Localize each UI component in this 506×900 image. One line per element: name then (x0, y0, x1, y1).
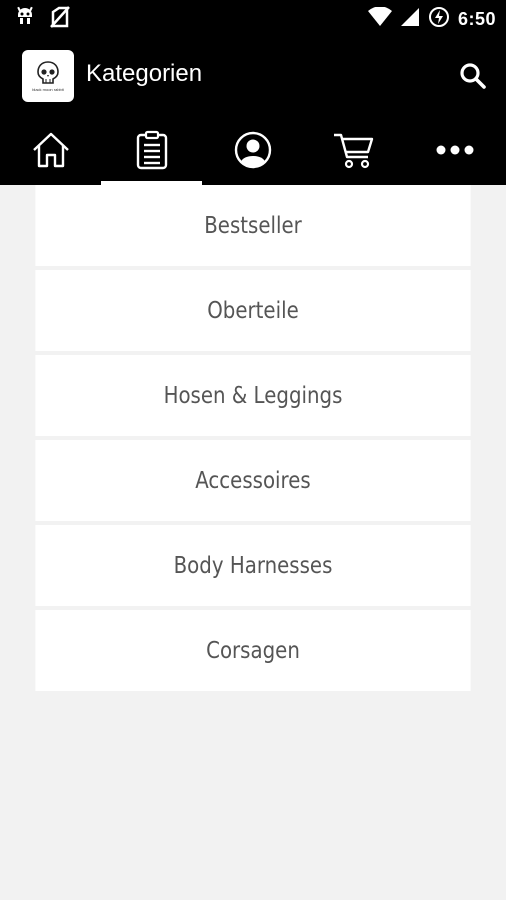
cart-icon (333, 133, 373, 169)
category-list: Bestseller Oberteile Hosen & Leggings Ac… (0, 185, 506, 695)
tab-more[interactable] (404, 115, 505, 185)
account-icon (234, 131, 271, 169)
category-item-corsagen[interactable]: Corsagen (35, 610, 471, 691)
more-icon (436, 145, 473, 155)
wifi-icon (367, 6, 392, 32)
category-label: Bestseller (204, 212, 302, 239)
skull-logo-icon (37, 61, 59, 84)
app-bar: black moon rabbit Kategorien (0, 37, 506, 115)
category-item-bestseller[interactable]: Bestseller (35, 185, 471, 266)
home-icon (32, 132, 69, 168)
category-label: Body Harnesses (173, 552, 333, 579)
category-item-body-harnesses[interactable]: Body Harnesses (35, 525, 471, 606)
search-icon (460, 63, 486, 89)
category-label: Corsagen (206, 637, 300, 664)
search-button[interactable] (458, 61, 488, 91)
category-item-accessoires[interactable]: Accessoires (35, 440, 471, 521)
logo-text: black moon rabbit (32, 87, 64, 92)
status-time: 6:50 (457, 9, 496, 29)
category-label: Hosen & Leggings (163, 382, 343, 409)
tab-bar (0, 115, 506, 185)
no-sim-icon (48, 6, 72, 33)
status-bar: 6:50 (0, 0, 506, 37)
category-item-hosen-leggings[interactable]: Hosen & Leggings (35, 355, 471, 436)
tab-cart[interactable] (303, 115, 404, 185)
battery-charging-icon (428, 6, 450, 33)
tab-account[interactable] (202, 115, 303, 185)
tab-categories[interactable] (101, 115, 202, 185)
page-title: Kategorien (86, 60, 203, 87)
category-label: Accessoires (195, 467, 311, 494)
tab-home[interactable] (0, 115, 101, 185)
category-item-oberteile[interactable]: Oberteile (35, 270, 471, 351)
app-logo: black moon rabbit (22, 50, 74, 102)
signal-icon (400, 7, 420, 32)
category-label: Oberteile (207, 297, 299, 324)
android-debug-icon (14, 6, 36, 33)
clipboard-icon (136, 130, 167, 170)
